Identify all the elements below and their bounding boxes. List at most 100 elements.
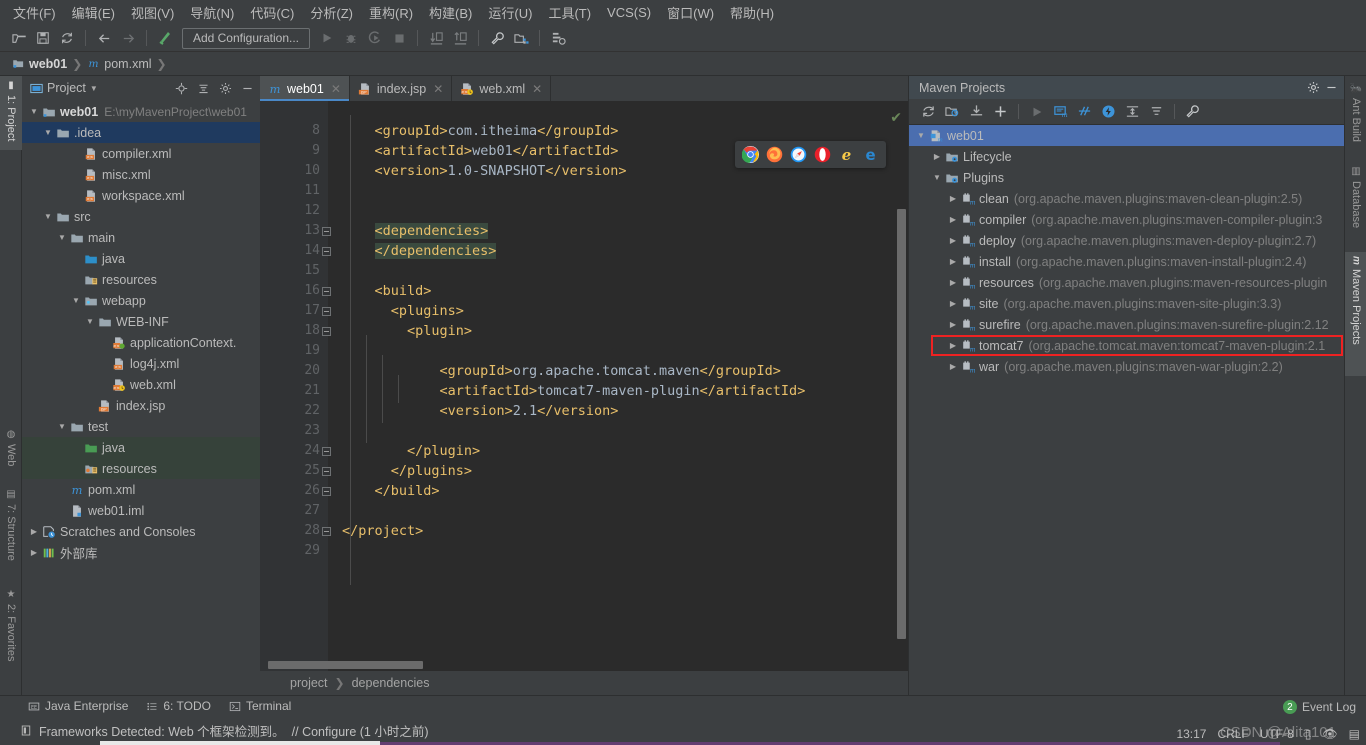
chevron-right-icon[interactable]: ▶ (947, 215, 959, 224)
tree-node-compiler-xml[interactable]: <> compiler.xml (22, 143, 260, 164)
inspection-status-icon[interactable]: ✔ (890, 109, 902, 126)
tool-window-structure[interactable]: ▤ 7: Structure (0, 485, 22, 577)
chevron-right-icon[interactable]: ▶ (28, 548, 40, 557)
editor-vertical-scrollbar[interactable] (897, 209, 906, 639)
maven-node-war[interactable]: ▶ m war (org.apache.maven.plugins:maven-war… (909, 356, 1344, 377)
code-line[interactable]: </build> (342, 481, 908, 501)
forward-arrow-icon[interactable] (117, 27, 139, 49)
chevron-down-icon[interactable]: ▼ (28, 107, 40, 116)
tree-node-log4j-xml[interactable]: <> log4j.xml (22, 353, 260, 374)
project-structure-icon[interactable] (510, 27, 532, 49)
execute-goal-icon[interactable]: m (1049, 101, 1072, 123)
code-line[interactable]: <version>2.1</version> (342, 401, 908, 421)
editor-gutter[interactable]: 7891011121314151617181920212223242526272… (260, 101, 328, 671)
download-sources-icon[interactable] (965, 101, 988, 123)
code-line[interactable]: <dependencies> (342, 221, 908, 241)
firefox-icon[interactable] (766, 146, 783, 163)
code-content[interactable]: <name>web01</name> <groupId>com.itheima<… (328, 101, 908, 671)
tree-node-test[interactable]: ▼ test (22, 416, 260, 437)
code-line[interactable]: </dependencies> (342, 241, 908, 261)
commit-icon[interactable] (449, 27, 471, 49)
chrome-icon[interactable] (742, 146, 759, 163)
editor-tab-web01[interactable]: m web01 ✕ (260, 76, 350, 101)
code-line[interactable]: </plugins> (342, 461, 908, 481)
stop-icon[interactable] (388, 27, 410, 49)
expand-all-icon[interactable] (1121, 101, 1144, 123)
code-line[interactable] (342, 541, 908, 561)
menu-vcs[interactable]: VCS(S) (600, 2, 658, 23)
run-coverage-icon[interactable] (364, 27, 386, 49)
menu-tools[interactable]: 工具(T) (541, 0, 598, 25)
close-icon[interactable]: ✕ (532, 82, 542, 96)
chevron-right-icon[interactable]: ▶ (931, 152, 943, 161)
event-log-indicator[interactable]: 2 Event Log (1282, 700, 1356, 714)
tree-node-java[interactable]: java (22, 437, 260, 458)
tool-window-todo[interactable]: 6: TODO (146, 699, 211, 713)
tree-node-web01-iml[interactable]: web01.iml (22, 500, 260, 521)
maven-node-resources[interactable]: ▶ m resources (org.apache.maven.plugins:mav… (909, 272, 1344, 293)
maven-node-web01[interactable]: ▼ m web01 (909, 125, 1344, 146)
tree-node-resources[interactable]: resources (22, 458, 260, 479)
chevron-down-icon[interactable]: ▼ (70, 296, 82, 305)
maven-node-surefire[interactable]: ▶ m surefire (org.apache.maven.plugins:mave… (909, 314, 1344, 335)
configure-link[interactable]: // Configure (1 小时之前) (292, 721, 429, 740)
sync-refresh-icon[interactable] (56, 27, 78, 49)
line-separator-indicator[interactable]: CRLF (1217, 727, 1248, 741)
menu-run[interactable]: 运行(U) (481, 0, 539, 25)
tree-node-web-xml[interactable]: <> web.xml (22, 374, 260, 395)
code-line[interactable] (342, 181, 908, 201)
toggle-skip-tests-icon[interactable] (1073, 101, 1096, 123)
code-line[interactable]: <groupId>com.itheima</groupId> (342, 121, 908, 141)
tree-node-resources[interactable]: resources (22, 269, 260, 290)
debug-icon[interactable] (340, 27, 362, 49)
chevron-right-icon[interactable]: ▶ (947, 257, 959, 266)
tree-node-index-jsp[interactable]: JSP index.jsp (22, 395, 260, 416)
code-line[interactable] (342, 341, 908, 361)
tree-node-pom-xml[interactable]: m pom.xml (22, 479, 260, 500)
chevron-down-icon[interactable]: ▼ (42, 128, 54, 137)
code-line[interactable] (342, 421, 908, 441)
chevron-down-icon[interactable]: ▼ (931, 173, 943, 182)
tool-window-favorites[interactable]: ★ 2: Favorites (0, 585, 22, 687)
maven-node-tomcat7[interactable]: ▶ m tomcat7 (org.apache.tomcat.maven:tomcat… (909, 335, 1344, 356)
chevron-right-icon[interactable]: ▶ (947, 362, 959, 371)
menu-edit[interactable]: 编辑(E) (65, 0, 122, 25)
tree-node-workspace-xml[interactable]: <> workspace.xml (22, 185, 260, 206)
tool-window-web[interactable]: ◍ Web (0, 425, 22, 477)
menu-code[interactable]: 代码(C) (243, 0, 301, 25)
hide-panel-icon[interactable] (1322, 79, 1340, 97)
memory-indicator-icon[interactable]: ▤ (1349, 727, 1360, 741)
editor-tab-web-xml[interactable]: <> web.xml ✕ (452, 76, 552, 101)
code-line[interactable]: </project> (342, 521, 908, 541)
chevron-down-icon[interactable]: ▼ (84, 317, 96, 326)
tree-node-main[interactable]: ▼ main (22, 227, 260, 248)
maven-settings-icon[interactable] (1181, 101, 1204, 123)
safari-icon[interactable] (790, 146, 807, 163)
editor-breadcrumb-dependencies[interactable]: dependencies (352, 676, 430, 690)
add-maven-project-icon[interactable] (989, 101, 1012, 123)
project-tree[interactable]: ▼ web01 E:\myMavenProject\web01 ▼ .idea <> com… (22, 100, 260, 695)
lock-icon[interactable]: ▯ (1305, 727, 1312, 741)
run-maven-build-icon[interactable] (1025, 101, 1048, 123)
back-arrow-icon[interactable] (93, 27, 115, 49)
tree-node-web01[interactable]: ▼ web01 E:\myMavenProject\web01 (22, 101, 260, 122)
breadcrumb-pom-xml[interactable]: m pom.xml (83, 55, 155, 73)
chevron-down-icon[interactable]: ▼ (56, 233, 68, 242)
opera-icon[interactable] (814, 146, 831, 163)
code-editor[interactable]: 7891011121314151617181920212223242526272… (260, 101, 908, 671)
code-line[interactable] (342, 261, 908, 281)
chevron-right-icon[interactable]: ▶ (947, 341, 959, 350)
tool-window-maven-projects[interactable]: m Maven Projects (1345, 252, 1366, 376)
chevron-down-icon[interactable]: ▼ (90, 84, 98, 93)
chevron-down-icon[interactable]: ▼ (56, 422, 68, 431)
menu-help[interactable]: 帮助(H) (723, 0, 781, 25)
close-icon[interactable]: ✕ (433, 82, 443, 96)
collapse-all-icon[interactable] (194, 79, 212, 97)
menu-build[interactable]: 构建(B) (422, 0, 479, 25)
maven-node-compiler[interactable]: ▶ m compiler (org.apache.maven.plugins:mave… (909, 209, 1344, 230)
tool-window-ant-build[interactable]: 🐜 Ant Build (1345, 78, 1366, 148)
maven-tree[interactable]: ▼ m web01 ▶ Lifecycle ▼ Plugins ▶ m clean (org.apa… (909, 125, 1344, 695)
toggle-offline-icon[interactable] (1097, 101, 1120, 123)
maven-node-clean[interactable]: ▶ m clean (org.apache.maven.plugins:maven-c… (909, 188, 1344, 209)
code-line[interactable]: <plugins> (342, 301, 908, 321)
